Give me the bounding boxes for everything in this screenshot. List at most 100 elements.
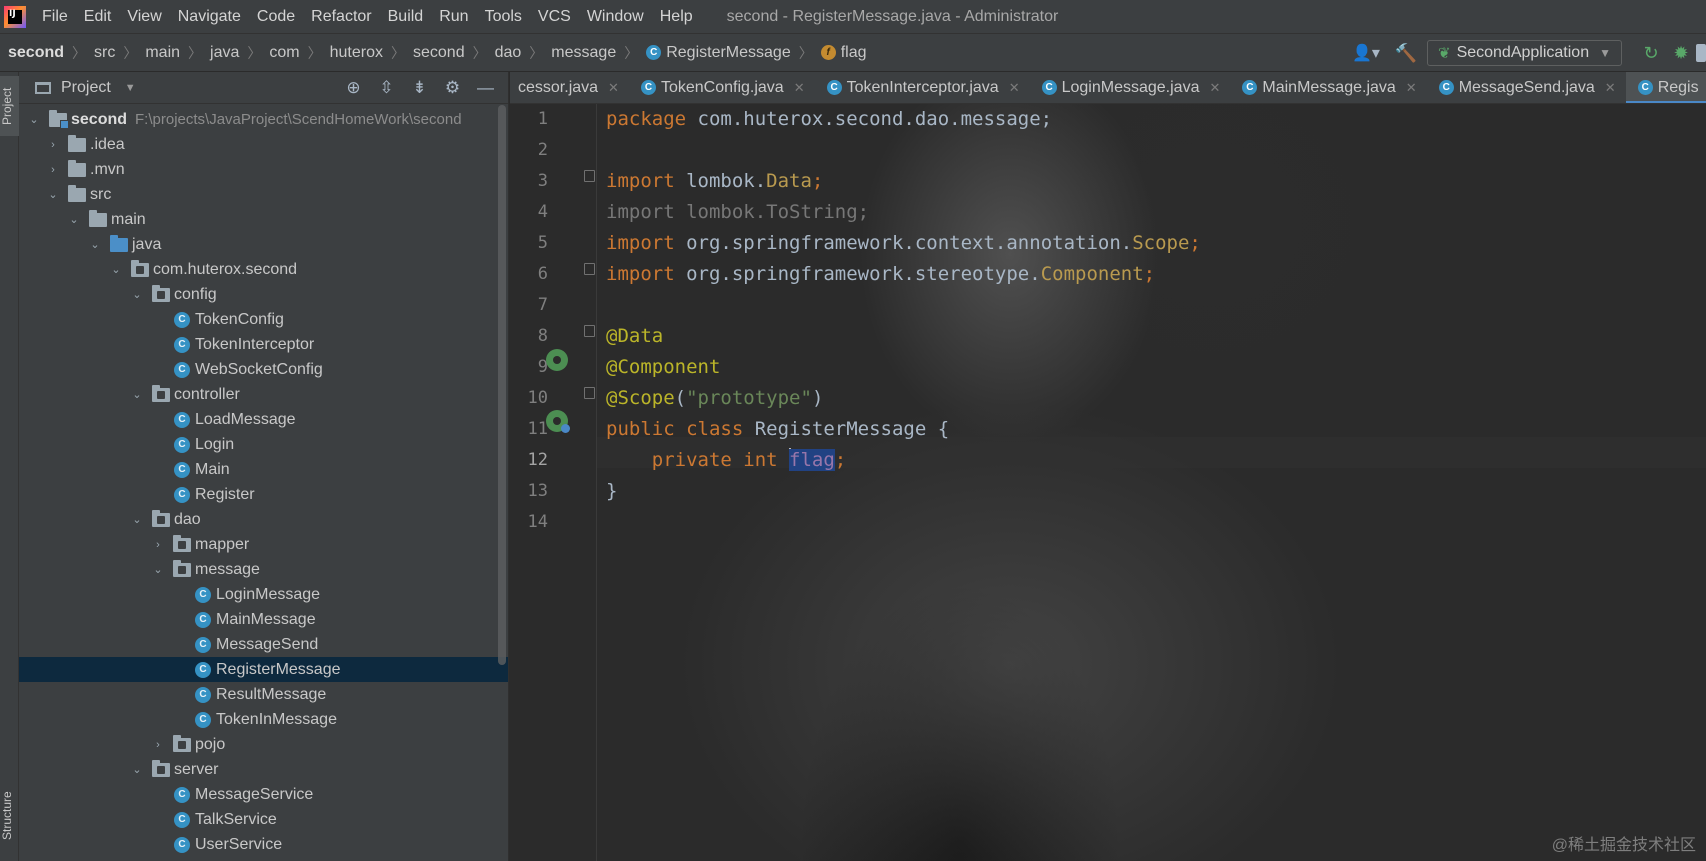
tree-item[interactable]: C MessageService bbox=[19, 782, 508, 807]
chevron-down-icon[interactable]: ⌄ bbox=[46, 188, 60, 201]
breadcrumb-item[interactable]: message bbox=[551, 44, 616, 62]
chevron-right-icon[interactable]: › bbox=[46, 164, 60, 176]
menu-window[interactable]: Window bbox=[579, 0, 652, 34]
collapse-all-icon[interactable]: ⇟ bbox=[403, 78, 436, 98]
tree-item[interactable]: ⌄ com.huterox.second bbox=[19, 257, 508, 282]
project-view-selector[interactable]: Project bbox=[61, 79, 111, 97]
tree-item[interactable]: ⌄ dao bbox=[19, 507, 508, 532]
menu-tools[interactable]: Tools bbox=[477, 0, 530, 34]
fold-marker-icon[interactable] bbox=[584, 325, 595, 337]
close-icon[interactable]: ✕ bbox=[608, 80, 619, 96]
breadcrumb-item[interactable]: src bbox=[94, 44, 115, 62]
breadcrumb-item[interactable]: com bbox=[269, 44, 299, 62]
menu-build[interactable]: Build bbox=[380, 0, 432, 34]
tree-item[interactable]: C MainMessage bbox=[19, 607, 508, 632]
project-tree-scrollbar[interactable] bbox=[498, 105, 506, 665]
rerun-icon[interactable]: ↻ bbox=[1636, 43, 1666, 64]
fold-marker-icon[interactable] bbox=[584, 263, 595, 275]
menu-run[interactable]: Run bbox=[431, 0, 476, 34]
close-icon[interactable]: ✕ bbox=[1009, 80, 1020, 96]
tree-item[interactable]: C Login bbox=[19, 432, 508, 457]
tree-item[interactable]: › pojo bbox=[19, 732, 508, 757]
tree-item[interactable]: ⌄ main bbox=[19, 207, 508, 232]
code-editor[interactable]: 1 2 3 4 5 6 7 8 9 10 11 12 13 14 package… bbox=[510, 104, 1706, 861]
editor-gutter[interactable]: 1 2 3 4 5 6 7 8 9 10 11 12 13 14 bbox=[510, 104, 596, 861]
code-line-11[interactable]: public class RegisterMessage { bbox=[606, 414, 949, 445]
tree-item[interactable]: C LoadMessage bbox=[19, 407, 508, 432]
chevron-down-icon[interactable]: ⌄ bbox=[130, 388, 144, 401]
tree-item[interactable]: C WebSocketConfig bbox=[19, 357, 508, 382]
code-line-9[interactable]: @Component bbox=[606, 352, 720, 383]
breadcrumb-item[interactable]: flag bbox=[841, 44, 867, 62]
tree-item-selected[interactable]: C RegisterMessage bbox=[19, 657, 508, 682]
chevron-down-icon[interactable]: ⌄ bbox=[130, 763, 144, 776]
code-line-13[interactable]: } bbox=[606, 476, 617, 507]
code-area[interactable]: package com.huterox.second.dao.message; … bbox=[606, 104, 1201, 610]
close-icon[interactable]: ✕ bbox=[1209, 80, 1220, 96]
project-tool-tab[interactable]: Project bbox=[0, 76, 19, 136]
tree-item[interactable]: › .idea bbox=[19, 132, 508, 157]
breadcrumb-item[interactable]: RegisterMessage bbox=[666, 44, 791, 62]
chevron-down-icon[interactable]: ⌄ bbox=[130, 288, 144, 301]
code-line-4[interactable]: import lombok.ToString; bbox=[606, 197, 869, 228]
tree-item[interactable]: C MessageSend bbox=[19, 632, 508, 657]
breadcrumb-item[interactable]: second bbox=[413, 44, 465, 62]
code-line-10[interactable]: @Scope("prototype") bbox=[606, 383, 823, 414]
build-hammer-icon[interactable]: 🔨 bbox=[1391, 43, 1421, 64]
user-menu-icon[interactable]: 👤▾ bbox=[1351, 43, 1381, 63]
tree-item[interactable]: C TalkService bbox=[19, 807, 508, 832]
tree-item[interactable]: ⌄ message bbox=[19, 557, 508, 582]
tree-item[interactable]: C Register bbox=[19, 482, 508, 507]
fold-marker-icon[interactable] bbox=[584, 387, 595, 399]
tree-item[interactable]: ⌄ config bbox=[19, 282, 508, 307]
editor-tab[interactable]: C MainMessage.java ✕ bbox=[1230, 72, 1426, 103]
structure-tool-tab[interactable]: Structure bbox=[0, 777, 19, 855]
menu-help[interactable]: Help bbox=[652, 0, 701, 34]
gear-icon[interactable]: ⚙ bbox=[436, 78, 469, 98]
code-line-12[interactable]: private int flag; bbox=[606, 445, 846, 476]
tree-item[interactable]: C ResultMessage bbox=[19, 682, 508, 707]
chevron-down-icon[interactable]: ⌄ bbox=[88, 238, 102, 251]
spring-bean-navigate-icon[interactable] bbox=[546, 410, 570, 433]
menu-code[interactable]: Code bbox=[249, 0, 303, 34]
close-icon[interactable]: ✕ bbox=[794, 80, 805, 96]
tree-item[interactable]: C TokenInterceptor bbox=[19, 332, 508, 357]
expand-all-icon[interactable]: ⇳ bbox=[370, 78, 403, 98]
debug-bug-icon[interactable]: ✹ bbox=[1666, 43, 1696, 64]
run-configuration-select[interactable]: ❦ SecondApplication ▼ bbox=[1426, 40, 1622, 66]
fold-marker-icon[interactable] bbox=[584, 170, 595, 182]
editor-tab[interactable]: C TokenInterceptor.java ✕ bbox=[815, 72, 1030, 103]
chevron-right-icon[interactable]: › bbox=[46, 139, 60, 151]
chevron-down-icon[interactable]: ▼ bbox=[125, 82, 136, 94]
chevron-down-icon[interactable]: ⌄ bbox=[27, 113, 41, 126]
chevron-right-icon[interactable]: › bbox=[151, 539, 165, 551]
tree-item-root[interactable]: ⌄ second F:\projects\JavaProject\ScendHo… bbox=[19, 107, 508, 132]
tree-item[interactable]: › mapper bbox=[19, 532, 508, 557]
editor-tab[interactable]: C TokenConfig.java ✕ bbox=[629, 72, 815, 103]
hide-panel-icon[interactable]: — bbox=[469, 78, 502, 98]
close-icon[interactable]: ✕ bbox=[1406, 80, 1417, 96]
chevron-right-icon[interactable]: › bbox=[151, 739, 165, 751]
tree-item[interactable]: › .mvn bbox=[19, 157, 508, 182]
code-line-3[interactable]: import lombok.Data; bbox=[606, 166, 823, 197]
locate-target-icon[interactable]: ⊕ bbox=[337, 78, 370, 98]
tree-item[interactable]: ⌄ server bbox=[19, 757, 508, 782]
menu-vcs[interactable]: VCS bbox=[530, 0, 579, 34]
close-icon[interactable]: ✕ bbox=[1605, 80, 1616, 96]
menu-file[interactable]: File bbox=[34, 0, 76, 34]
editor-tab[interactable]: cessor.java ✕ bbox=[510, 72, 629, 103]
menu-navigate[interactable]: Navigate bbox=[170, 0, 249, 34]
tree-item[interactable]: C TokenConfig bbox=[19, 307, 508, 332]
chevron-down-icon[interactable]: ⌄ bbox=[67, 213, 81, 226]
breadcrumb-item[interactable]: huterox bbox=[330, 44, 383, 62]
tree-item[interactable]: ⌄ src bbox=[19, 182, 508, 207]
tree-item[interactable]: ⌄ java bbox=[19, 232, 508, 257]
breadcrumb-item[interactable]: java bbox=[210, 44, 239, 62]
tree-item[interactable]: C LoginMessage bbox=[19, 582, 508, 607]
editor-tab-active[interactable]: C Regis bbox=[1625, 72, 1706, 103]
code-line-8[interactable]: @Data bbox=[606, 321, 663, 352]
breadcrumb-item[interactable]: main bbox=[145, 44, 180, 62]
chevron-down-icon[interactable]: ⌄ bbox=[151, 563, 165, 576]
chevron-down-icon[interactable]: ⌄ bbox=[130, 513, 144, 526]
breadcrumb-item[interactable]: dao bbox=[495, 44, 522, 62]
